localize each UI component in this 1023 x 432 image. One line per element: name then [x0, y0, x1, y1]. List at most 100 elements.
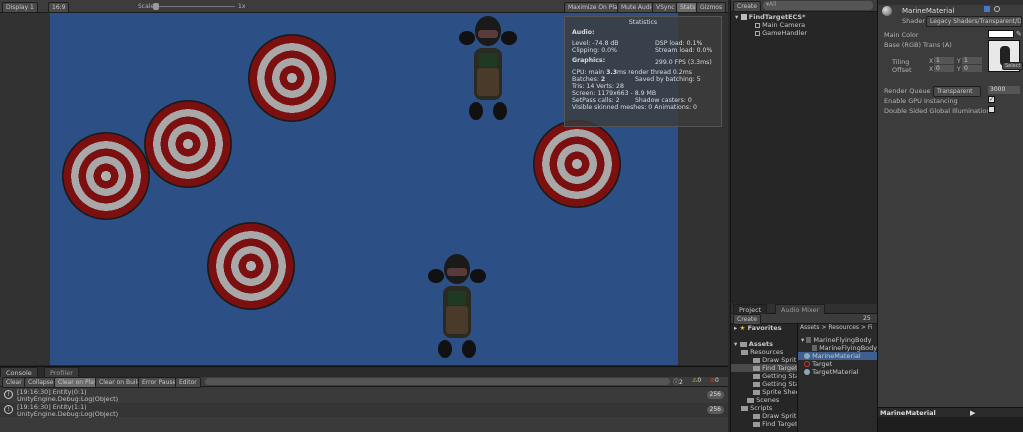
error-pause-button[interactable]: Error Pause — [138, 377, 181, 388]
dsp-load: DSP load: 0.1% — [655, 40, 703, 47]
inspector-tabbar — [878, 0, 1023, 5]
target-sprite — [207, 222, 295, 310]
folder-icon — [753, 421, 760, 427]
scene-root[interactable]: ▾ FindTargetECS* — [735, 13, 806, 21]
star-icon: ★ — [739, 324, 746, 332]
clear-button[interactable]: Clear — [2, 377, 26, 388]
hierarchy-item-gamehandler[interactable]: GameHandler — [755, 29, 807, 37]
aspect-dropdown[interactable]: 16:9 — [48, 2, 70, 13]
sprite-icon — [806, 337, 812, 343]
scale-slider-thumb[interactable] — [153, 3, 159, 10]
gpu-instancing-checkbox[interactable]: ✓ — [988, 96, 995, 103]
file-label: TargetMaterial — [812, 368, 859, 376]
scale-slider[interactable] — [153, 3, 235, 10]
expand-arrow-icon[interactable]: ▾ — [734, 340, 737, 348]
hierarchy-item-main-camera[interactable]: Main Camera — [755, 21, 805, 29]
favorites-folder[interactable]: ▸ ★ Favorites — [734, 324, 782, 332]
material-sphere-icon — [882, 6, 892, 16]
file-marine-flying-body-sub[interactable]: MarineFlyingBody — [812, 344, 877, 352]
folder-icon — [747, 397, 754, 403]
folder-label: Scripts — [750, 404, 773, 412]
cpu-stats: CPU: main 3.3ms render thread 0.2ms — [572, 69, 692, 76]
console-search-input[interactable] — [205, 378, 670, 385]
hierarchy-search-input[interactable]: ▾All — [763, 1, 873, 10]
render-queue-dropdown[interactable]: Transparent — [933, 86, 981, 97]
scale-label: Scale — [138, 3, 155, 10]
error-count[interactable]: ⊘0 — [710, 377, 719, 384]
eyedropper-icon[interactable]: ✎ — [1016, 30, 1022, 38]
display-dropdown[interactable]: Display 1 — [2, 2, 38, 13]
offset-y-label: Y — [957, 66, 961, 73]
marine-sprite — [428, 254, 486, 358]
material-icon — [804, 369, 810, 375]
info-icon: ! — [4, 390, 13, 399]
expand-arrow-icon[interactable]: ▾ — [735, 13, 738, 21]
assets-label: Assets — [748, 340, 773, 348]
folder-scripts-draw-sprite[interactable]: Draw Sprit — [753, 412, 796, 420]
double-sided-gi-checkbox[interactable] — [988, 106, 995, 113]
console-log-row[interactable]: ! [19:16:30] Entity(0:1) UnityEngine.Deb… — [0, 388, 728, 403]
play-icon[interactable]: ▶ — [970, 409, 975, 417]
settings-gear-icon[interactable] — [994, 6, 1000, 12]
tiling-x-input[interactable]: 1 — [934, 57, 954, 64]
folder-resources[interactable]: Resources — [741, 348, 783, 356]
vsync-button[interactable]: VSync — [652, 2, 679, 13]
tiling-y-input[interactable]: 1 — [962, 57, 982, 64]
screen-size: Screen: 1179x663 - 8.9 MB — [572, 90, 657, 97]
folder-sprite-sheet[interactable]: Sprite Shee — [753, 388, 800, 396]
hierarchy-toolbar: Create ▾All — [731, 0, 877, 12]
inspector-title: MarineMaterial — [902, 7, 955, 15]
file-target-material[interactable]: TargetMaterial — [804, 368, 859, 376]
shadow-casters: Shadow casters: 0 — [635, 97, 692, 104]
file-marine-flying-body[interactable]: ▾ MarineFlyingBody — [801, 336, 871, 344]
expand-arrow-icon[interactable]: ▾ — [801, 336, 804, 344]
info-count[interactable]: ⓘ2 — [673, 377, 683, 386]
fps-value: 299.0 FPS (3.3ms) — [655, 59, 712, 66]
inspector-panel: MarineMaterial Shader Legacy Shaders/Tra… — [877, 0, 1023, 432]
offset-x-input[interactable]: 0 — [934, 65, 954, 72]
audio-clipping: Clipping: 0.0% — [572, 47, 617, 54]
sprite-icon — [812, 345, 817, 351]
unity-scene-icon — [740, 14, 747, 20]
file-marine-material[interactable]: MarineMaterial — [798, 352, 878, 360]
gizmos-button[interactable]: Gizmos — [696, 2, 727, 13]
file-target[interactable]: Target — [804, 360, 832, 368]
expand-arrow-icon[interactable]: ▸ — [734, 324, 737, 332]
hierarchy-create-button[interactable]: Create — [733, 1, 761, 12]
render-queue-input[interactable]: 3000 — [988, 86, 1020, 94]
offset-y-input[interactable]: 0 — [962, 65, 982, 72]
stats-title: Statistics — [628, 19, 658, 26]
collapse-button[interactable]: Collapse — [24, 377, 58, 388]
console-log-row[interactable]: ! [19:16:30] Entity(1:1) UnityEngine.Deb… — [0, 403, 728, 418]
log-line-2: UnityEngine.Debug:Log(Object) — [17, 410, 119, 418]
texture-select-button[interactable]: Select — [1002, 62, 1023, 70]
folder-scripts[interactable]: Scripts — [741, 404, 772, 412]
hierarchy-item-label: GameHandler — [762, 29, 808, 37]
statistics-panel: Statistics Audio: Level: -74.8 dB Clippi… — [564, 16, 722, 127]
console-tabbar: Console Profiler — [0, 367, 728, 378]
stream-load: Stream load: 0.0% — [655, 47, 713, 54]
assets-folder[interactable]: ▾ Assets — [734, 340, 773, 348]
help-icon[interactable] — [984, 6, 990, 12]
folder-find-target[interactable]: Find Target — [731, 364, 798, 372]
folder-getting-started-2[interactable]: Getting Sta — [753, 380, 799, 388]
folder-getting-started-1[interactable]: Getting Sta — [753, 372, 799, 380]
info-icon: ! — [4, 405, 13, 414]
main-color-swatch[interactable] — [988, 30, 1014, 38]
saved-by-batching: Saved by batching: 5 — [635, 76, 701, 83]
log-count-badge: 256 — [706, 406, 724, 414]
log-line-2: UnityEngine.Debug:Log(Object) — [17, 395, 119, 403]
shader-dropdown[interactable]: Legacy Shaders/Transparent/D — [926, 16, 1022, 27]
shader-label: Shader — [902, 17, 926, 25]
breadcrumb: Assets > Resources > Fi — [800, 324, 873, 331]
warning-count[interactable]: ⚠0 — [692, 377, 701, 384]
folder-label: Find Target — [762, 420, 798, 428]
folder-draw-sprite[interactable]: Draw Sprit — [753, 356, 796, 364]
folder-scripts-find-target[interactable]: Find Target — [753, 420, 798, 428]
project-tabbar: Project Audio Mixer — [731, 304, 877, 315]
base-texture-label: Base (RGB) Trans (A) — [884, 41, 952, 49]
editor-dropdown[interactable]: Editor — [175, 377, 201, 388]
folder-scenes[interactable]: Scenes — [747, 396, 779, 404]
target-asset-icon — [804, 361, 810, 367]
preview-area — [878, 417, 1023, 432]
